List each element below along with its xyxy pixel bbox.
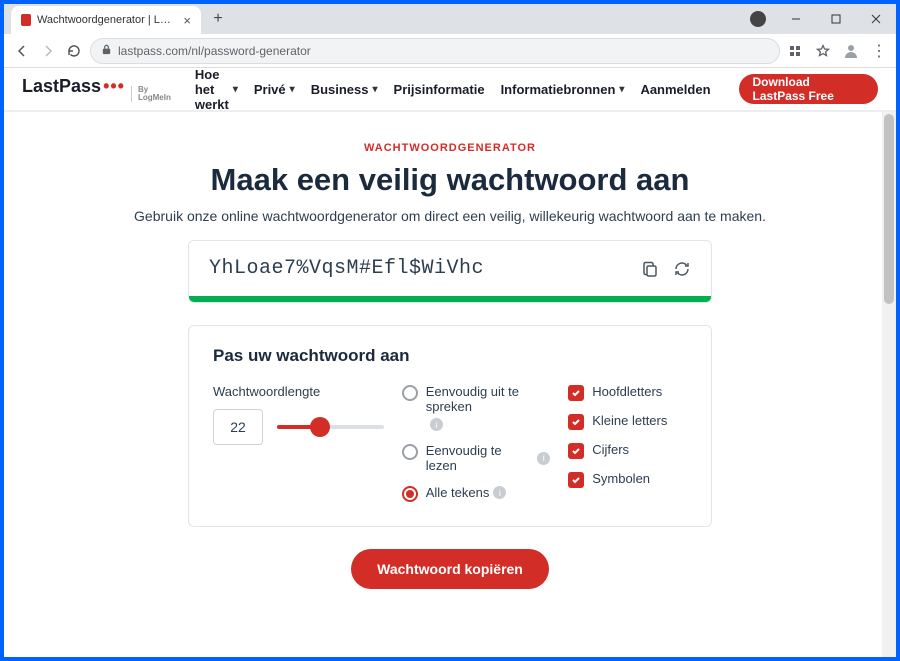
check-lowercase[interactable]: Kleine letters (568, 413, 687, 430)
page-scrollbar[interactable] (882, 112, 896, 657)
radio-icon (402, 444, 418, 460)
check-label: Kleine letters (592, 413, 667, 428)
address-bar: lastpass.com/nl/password-generator ⋮ (4, 34, 896, 68)
window-close-button[interactable] (856, 4, 896, 34)
chevron-down-icon: ▾ (233, 84, 238, 95)
info-icon[interactable]: i (537, 452, 550, 465)
nav-login[interactable]: Aanmelden (640, 82, 710, 97)
lastpass-logo[interactable]: LastPass••• By LogMeIn (22, 76, 171, 102)
new-tab-button[interactable]: + (207, 8, 229, 30)
length-label: Wachtwoordlengte (213, 384, 384, 399)
checkbox-icon (568, 385, 584, 401)
profile-avatar-icon[interactable] (750, 11, 766, 27)
radio-icon (402, 385, 418, 401)
tab-title: Wachtwoordgenerator | LastPass (37, 14, 171, 26)
logo-dots: ••• (103, 76, 125, 97)
password-display-box: YhLoae7%VqsM#Efl$WiVhc (188, 240, 712, 303)
chevron-down-icon: ▾ (373, 84, 378, 95)
radio-label: Eenvoudig te lezen (426, 443, 533, 473)
nav-resources[interactable]: Informatiebronnen▾ (501, 82, 625, 97)
url-text: lastpass.com/nl/password-generator (118, 44, 311, 58)
nav-prive[interactable]: Privé▾ (254, 82, 295, 97)
checkbox-icon (568, 443, 584, 459)
copy-icon[interactable] (641, 260, 659, 278)
chevron-down-icon: ▾ (290, 84, 295, 95)
chevron-down-icon: ▾ (619, 84, 624, 95)
window-minimize-button[interactable] (776, 4, 816, 34)
radio-icon (402, 486, 418, 502)
browser-tab[interactable]: Wachtwoordgenerator | LastPass × (11, 6, 201, 34)
window-maximize-button[interactable] (816, 4, 856, 34)
lock-icon (101, 44, 112, 58)
logo-last: Last (22, 76, 59, 97)
forward-button[interactable] (38, 41, 58, 61)
tab-favicon (21, 14, 31, 26)
page-subline: Gebruik onze online wachtwoordgenerator … (4, 208, 896, 224)
strength-indicator (189, 296, 711, 302)
info-icon[interactable]: i (493, 486, 506, 499)
logo-byline: By LogMeIn (131, 86, 171, 102)
generated-password[interactable]: YhLoae7%VqsM#Efl$WiVhc (209, 257, 641, 280)
scrollbar-thumb[interactable] (884, 114, 894, 304)
radio-label: Eenvoudig uit te spreken (426, 384, 550, 414)
bookmark-star-icon[interactable] (814, 44, 832, 58)
nav-business[interactable]: Business▾ (311, 82, 378, 97)
radio-all-chars[interactable]: Alle tekens i (402, 485, 550, 502)
site-nav: LastPass••• By LogMeIn Hoe het werkt▾ Pr… (4, 68, 896, 112)
check-label: Hoofdletters (592, 384, 662, 399)
check-digits[interactable]: Cijfers (568, 442, 687, 459)
profile-icon[interactable] (842, 43, 860, 59)
radio-label: Alle tekens (426, 485, 490, 500)
tab-close-icon[interactable]: × (183, 13, 191, 28)
radio-easy-read[interactable]: Eenvoudig te lezen i (402, 443, 550, 473)
download-button[interactable]: Download LastPass Free (739, 74, 878, 104)
checkbox-icon (568, 472, 584, 488)
checkbox-icon (568, 414, 584, 430)
check-uppercase[interactable]: Hoofdletters (568, 384, 687, 401)
check-symbols[interactable]: Symbolen (568, 471, 687, 488)
back-button[interactable] (12, 41, 32, 61)
page-title: Maak een veilig wachtwoord aan (4, 162, 896, 198)
slider-thumb[interactable] (310, 417, 330, 437)
nav-how-it-works[interactable]: Hoe het werkt▾ (195, 67, 238, 112)
customize-panel: Pas uw wachtwoord aan Wachtwoordlengte 2… (188, 325, 712, 527)
page-eyebrow: WACHTWOORDGENERATOR (4, 142, 896, 154)
reload-button[interactable] (64, 41, 84, 61)
check-label: Symbolen (592, 471, 650, 486)
window-titlebar: Wachtwoordgenerator | LastPass × + (4, 4, 896, 34)
copy-password-button[interactable]: Wachtwoord kopiëren (351, 549, 549, 589)
length-slider[interactable] (277, 419, 384, 435)
nav-pricing[interactable]: Prijsinformatie (394, 82, 485, 97)
info-icon[interactable]: i (430, 418, 443, 431)
check-label: Cijfers (592, 442, 629, 457)
logo-pass: Pass (59, 76, 101, 97)
url-input[interactable]: lastpass.com/nl/password-generator (90, 38, 780, 64)
radio-easy-say[interactable]: Eenvoudig uit te spreken i (402, 384, 550, 431)
browser-menu-icon[interactable]: ⋮ (870, 41, 888, 61)
length-input[interactable]: 22 (213, 409, 263, 445)
customize-title: Pas uw wachtwoord aan (213, 346, 687, 366)
regenerate-icon[interactable] (673, 260, 691, 278)
extension-icon[interactable] (786, 44, 804, 58)
